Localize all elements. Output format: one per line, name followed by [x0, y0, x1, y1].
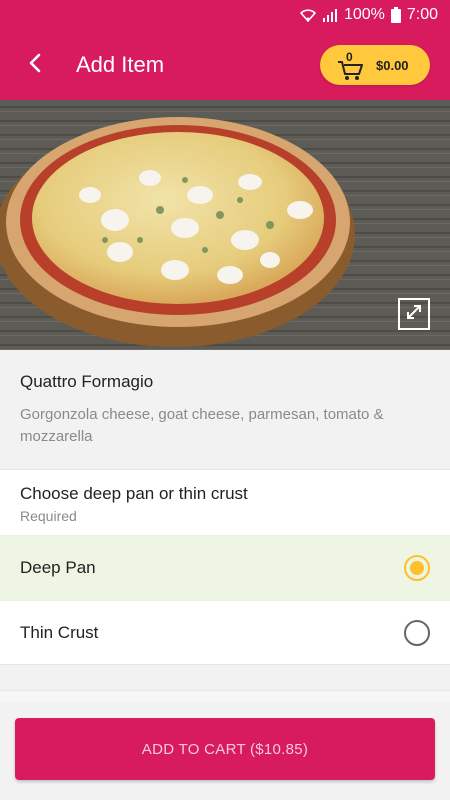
radio-selected-icon[interactable] [404, 555, 430, 581]
option-label: Deep Pan [20, 558, 96, 577]
back-button[interactable] [0, 30, 70, 100]
option-deep-pan[interactable]: Deep Pan [0, 535, 450, 600]
option-group-title: Choose deep pan or thin crust [20, 484, 248, 503]
app-screen: 100% 7:00 Add Item 0 $0.00 Quattro Forma… [0, 0, 450, 800]
add-to-cart-button[interactable]: ADD TO CART ($10.85) [15, 718, 435, 780]
section-divider [0, 690, 450, 702]
bottom-bar: ADD TO CART ($10.85) [0, 702, 450, 800]
clock: 7:00 [406, 6, 438, 23]
expand-icon [404, 302, 424, 327]
wifi-icon [299, 8, 316, 22]
app-bar: Add Item 0 $0.00 [0, 30, 450, 100]
option-group-header: Choose deep pan or thin crust Required [0, 469, 450, 535]
item-info: Quattro Formagio Gorgonzola cheese, goat… [0, 350, 450, 468]
cart-button[interactable]: 0 $0.00 [320, 45, 430, 85]
status-bar: 100% 7:00 [0, 0, 450, 30]
option-label: Thin Crust [20, 622, 99, 642]
add-to-cart-label: ADD TO CART [141, 740, 246, 758]
pizza-image [0, 100, 450, 350]
item-photo [0, 100, 450, 350]
add-to-cart-price: ($10.85) [249, 740, 309, 758]
signal-icon [322, 8, 338, 22]
item-name: Quattro Formagio [20, 372, 154, 391]
option-thin-crust[interactable]: Thin Crust [0, 600, 450, 665]
expand-image-button[interactable] [398, 298, 430, 330]
cart-total: $0.00 [376, 57, 409, 73]
cart-icon-wrapper: 0 [336, 50, 366, 80]
item-description: Gorgonzola cheese, goat cheese, parmesan… [20, 406, 384, 445]
option-group-required: Required [20, 508, 77, 524]
page-title: Add Item [76, 52, 165, 77]
battery-percent: 100% [343, 6, 385, 23]
radio-unselected-icon[interactable] [404, 619, 430, 646]
battery-icon [390, 7, 401, 23]
header: 100% 7:00 Add Item 0 $0.00 [0, 0, 450, 100]
back-arrow-icon [28, 53, 42, 78]
